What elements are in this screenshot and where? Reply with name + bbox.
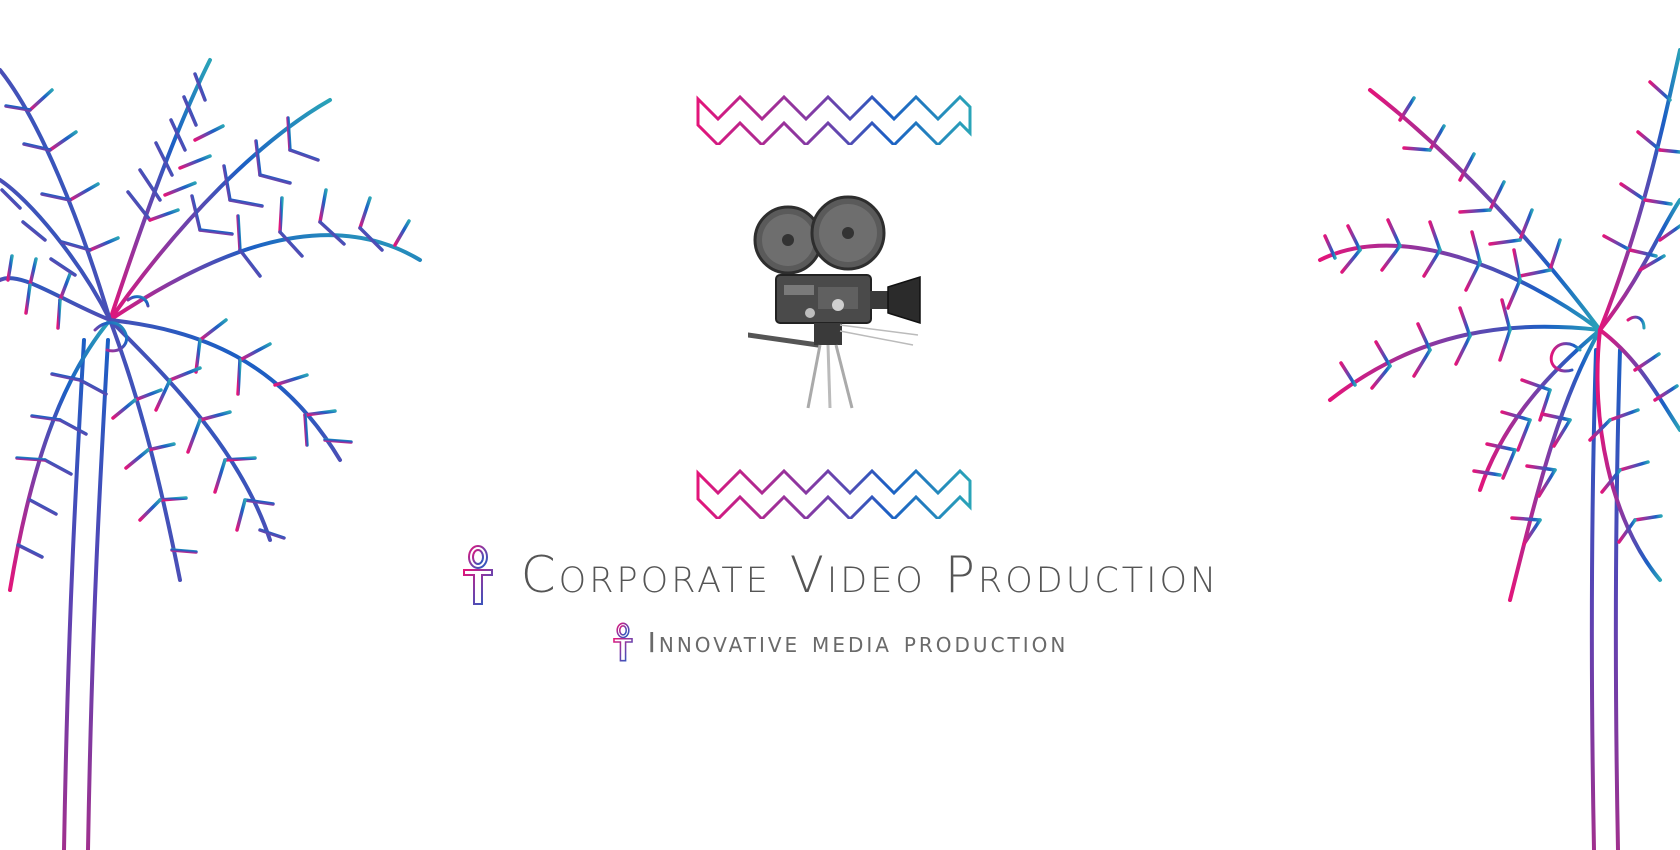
palm-tree-right-icon — [1318, 48, 1680, 850]
hero-subtitle-row: Innovative media production — [0, 620, 1680, 664]
page-title: Corporate Video Production — [520, 546, 1220, 604]
palm-tree-left-icon — [0, 58, 422, 850]
zigzag-divider-top — [696, 94, 972, 145]
zigzag-divider-bottom — [696, 468, 972, 519]
page-subtitle: Innovative media production — [647, 625, 1069, 659]
ankh-icon — [462, 545, 493, 605]
hero-title-row: Corporate Video Production — [0, 540, 1680, 610]
ankh-icon-small — [612, 622, 633, 662]
film-camera-icon — [748, 195, 921, 409]
